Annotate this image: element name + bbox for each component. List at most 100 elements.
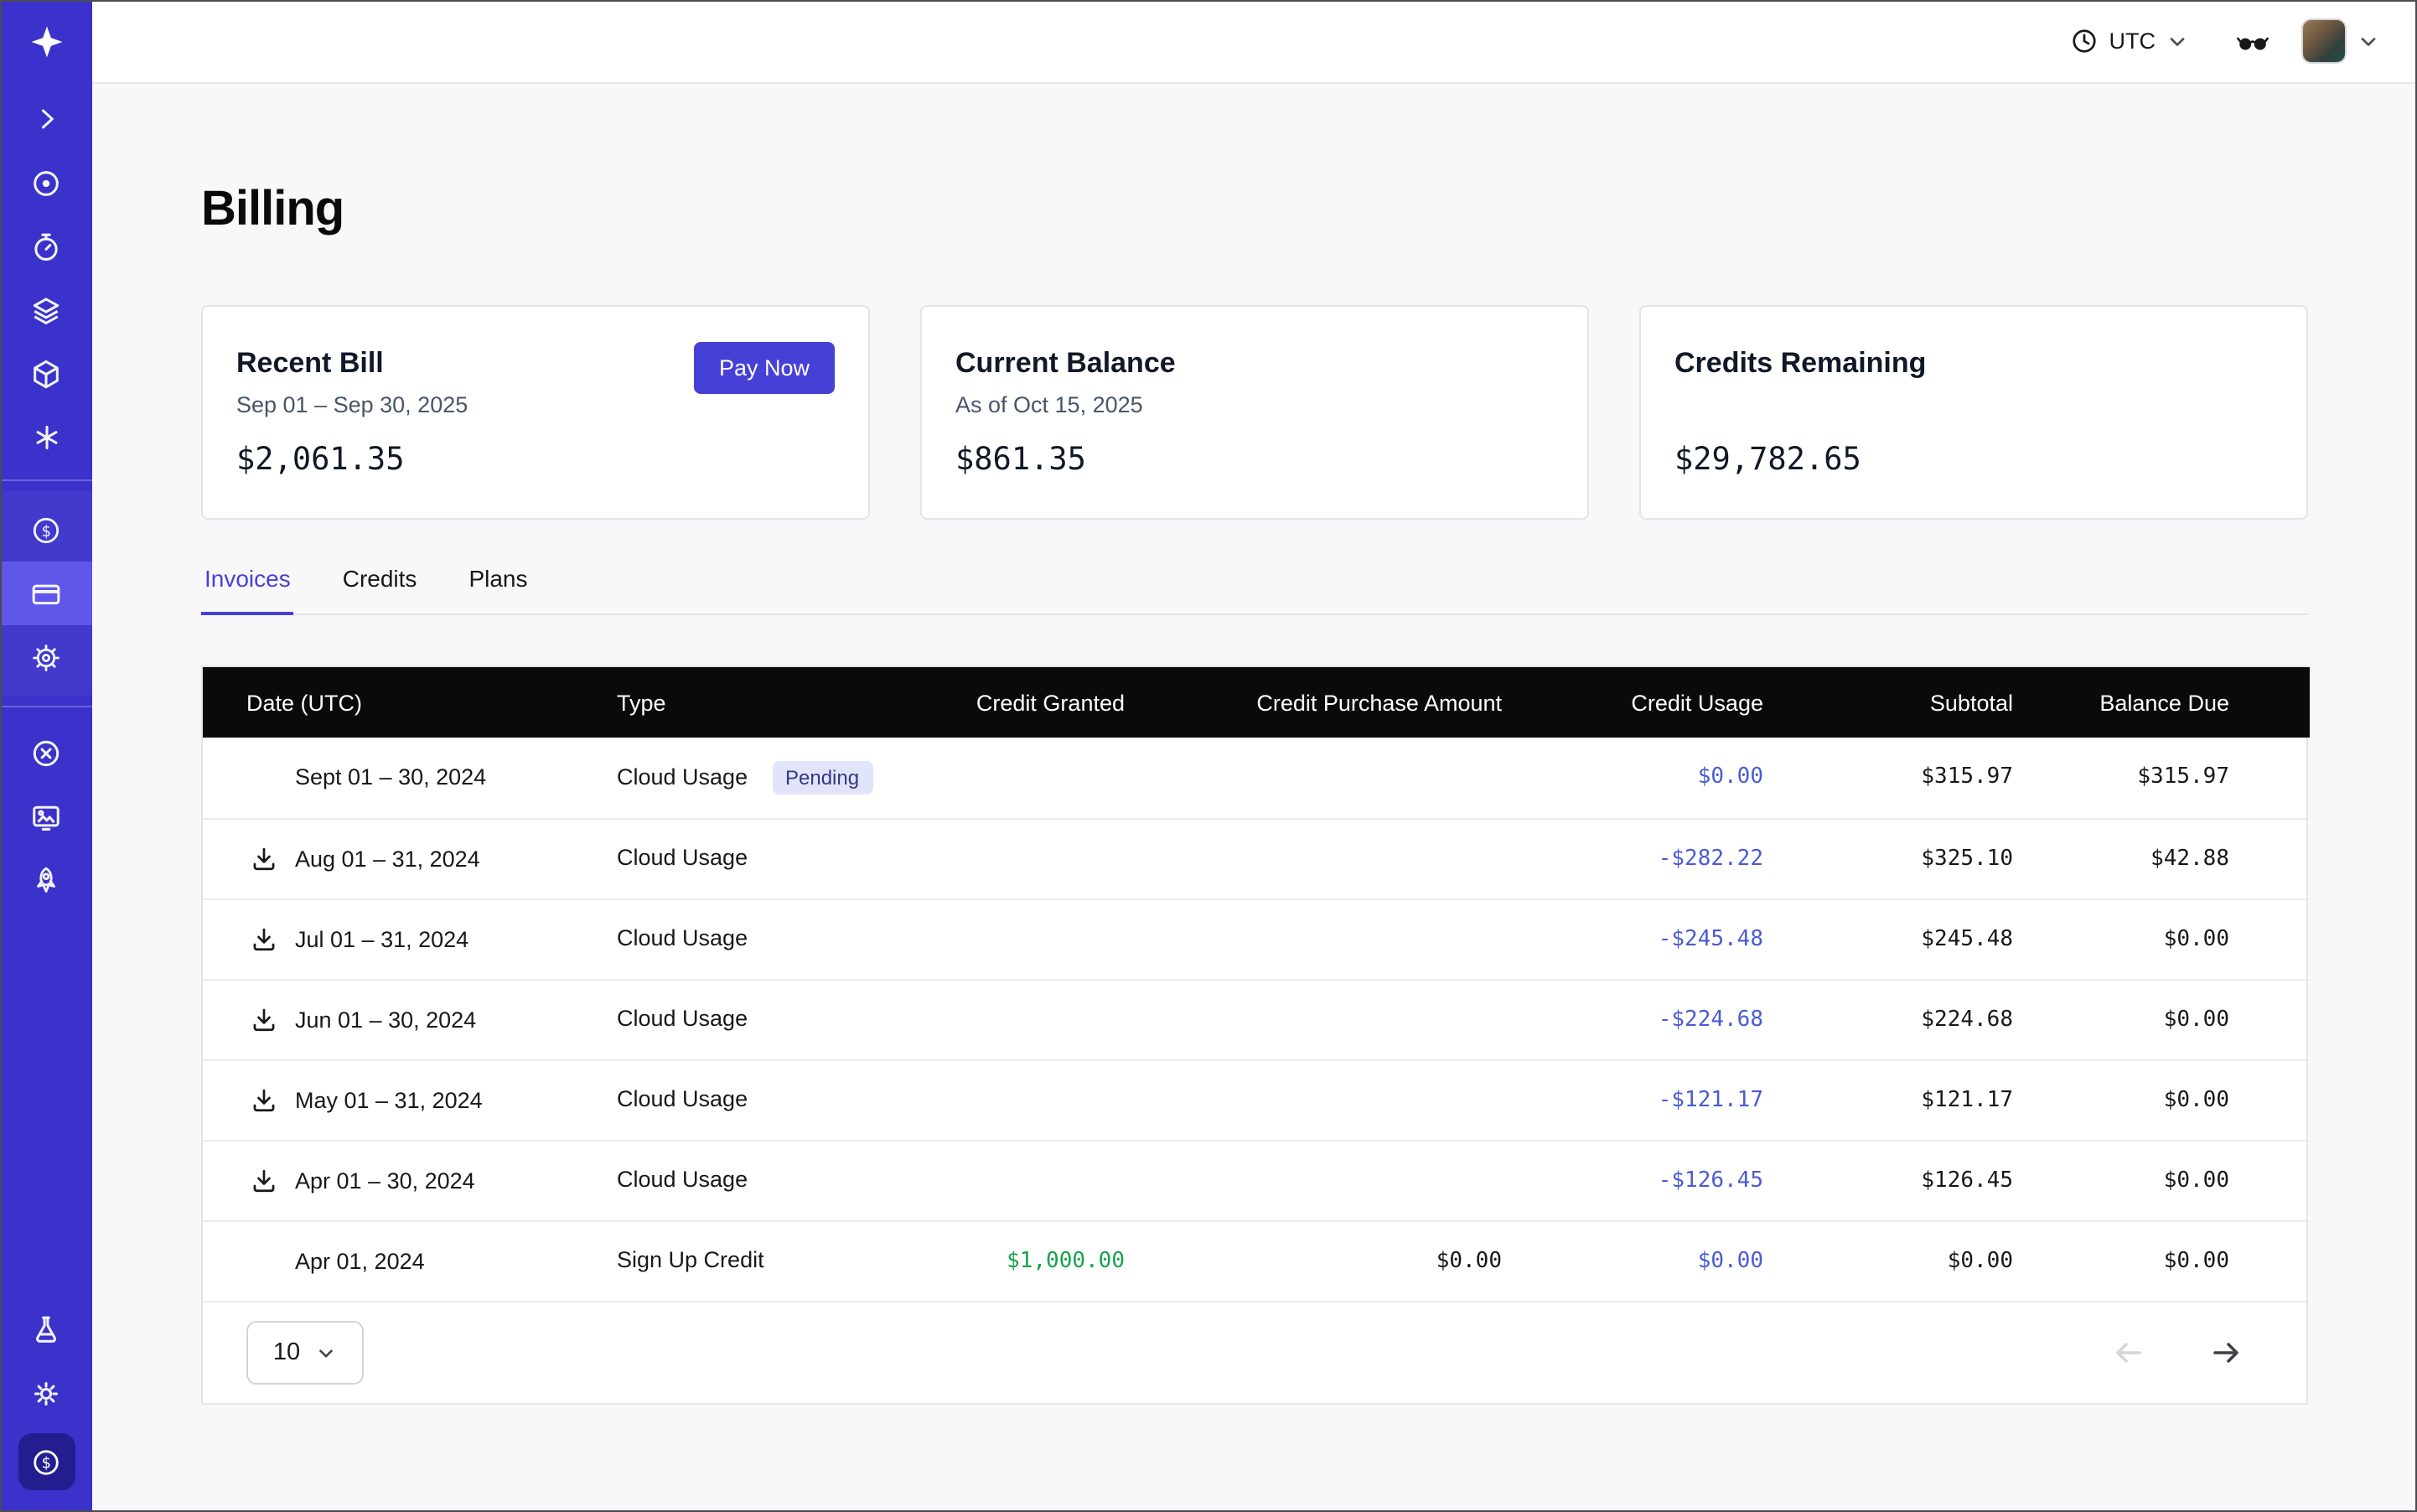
table-row: Jun 01 – 30, 2024 Cloud Usage -$224.68 $… [203,979,2310,1059]
invoice-type: Cloud Usage [617,845,748,870]
table-row: Jul 01 – 31, 2024 Cloud Usage -$245.48 $… [203,898,2310,979]
credit-usage-value: -$224.68 [1522,979,1783,1059]
table-row: May 01 – 31, 2024 Cloud Usage -$121.17 $… [203,1059,2310,1140]
chevron-down-icon [2357,29,2380,53]
chevron-down-icon [315,1342,337,1364]
sidebar-item-deployments[interactable] [0,848,92,912]
sidebar-item-cube[interactable] [0,342,92,406]
subtotal-value: $121.17 [1783,1059,2033,1140]
download-invoice-icon[interactable] [250,924,278,953]
sidebar-billing-group: $ [0,491,92,696]
page-title: Billing [201,179,2308,240]
invoice-type: Cloud Usage [617,925,748,950]
balance-due-value: $42.88 [2033,818,2310,898]
app-window: $ [0,0,2417,1512]
sidebar-item-credits[interactable]: $ [0,1425,92,1499]
column-header-credit-usage: Credit Usage [1522,667,1783,738]
credit-purchase-value [1145,1140,1522,1220]
sun-icon [30,1377,62,1409]
sidebar-item-cancel[interactable] [0,721,92,784]
prev-page-button[interactable] [2112,1336,2145,1370]
credits-tile: $ [18,1433,75,1490]
main-area: UTC Billing Recent Bill Sep 01 – Sep 30,… [92,0,2417,1512]
avatar [2301,18,2347,64]
download-invoice-icon[interactable] [250,844,278,873]
sidebar-item-usage[interactable]: $ [0,498,92,562]
reader-mode-toggle[interactable] [2234,23,2271,60]
credit-granted-value [919,1140,1145,1220]
column-header-subtotal: Subtotal [1783,667,2033,738]
credits-remaining-amount: $29,782.65 [1674,443,2273,478]
download-invoice-icon[interactable] [250,1166,278,1194]
column-header-type: Type [617,667,919,738]
sidebar-item-billing[interactable] [0,562,92,625]
balance-due-value: $0.00 [2033,1140,2310,1220]
sidebar-item-target[interactable] [0,151,92,215]
chevron-down-icon [2166,29,2189,53]
card-title: Current Balance [955,345,1554,382]
sidebar-item-settings[interactable] [0,625,92,689]
invoice-type: Cloud Usage [617,1086,748,1111]
dollar-icon: $ [30,1446,62,1478]
pay-now-button[interactable]: Pay Now [694,342,835,394]
column-header-date-utc: Date (UTC) [203,667,617,738]
sidebar-divider [0,706,92,707]
billing-period: Sep 01 – Sep 30, 2025 [236,391,835,421]
sidebar-item-layers[interactable] [0,278,92,342]
download-invoice-icon[interactable] [250,1085,278,1114]
invoice-type: Cloud Usage [617,1006,748,1031]
timezone-selector[interactable]: UTC [2071,27,2190,55]
subtotal-value: $0.00 [1783,1220,2033,1301]
x-circle-icon [30,737,62,769]
column-header-credit-purchase-amount: Credit Purchase Amount [1145,667,1522,738]
subtotal-value: $325.10 [1783,818,2033,898]
next-page-button[interactable] [2209,1336,2243,1370]
arrow-right-icon [2209,1336,2243,1370]
table-header-row: Date (UTC)TypeCredit GrantedCredit Purch… [203,667,2310,738]
sidebar-item-timer[interactable] [0,215,92,278]
cube-icon [30,358,62,390]
invoice-type: Cloud Usage [617,1167,748,1192]
target-icon [30,167,62,199]
sidebar-item-theme[interactable] [0,1361,92,1425]
recent-bill-amount: $2,061.35 [236,443,835,478]
timer-icon [30,230,62,262]
tab-invoices[interactable]: Invoices [201,565,294,614]
credit-usage-value: -$126.45 [1522,1140,1783,1220]
credits-remaining-card: Credits Remaining $29,782.65 [1639,305,2308,520]
credit-usage-value: -$121.17 [1522,1059,1783,1140]
credit-usage-value: -$282.22 [1522,818,1783,898]
app-logo[interactable] [0,0,92,84]
tab-credits[interactable]: Credits [339,565,421,614]
sidebar-item-expand[interactable] [0,87,92,151]
status-badge: Pending [772,761,872,795]
tab-plans[interactable]: Plans [465,565,530,614]
invoice-date: Aug 01 – 31, 2024 [295,846,480,871]
svg-text:$: $ [41,1452,50,1471]
rocket-icon [30,864,62,896]
credit-purchase-value [1145,979,1522,1059]
column-header-balance-due: Balance Due [2033,667,2310,738]
invoice-type: Sign Up Credit [617,1248,764,1273]
sidebar-divider [0,479,92,481]
invoice-table-body: Sept 01 – 30, 2024 Cloud Usage Pending $… [203,738,2310,1301]
asterisk-icon [31,422,61,453]
sidebar-item-asterisk[interactable] [0,406,92,469]
balance-as-of: As of Oct 15, 2025 [955,391,1554,421]
card-title: Credits Remaining [1674,345,2273,382]
sidebar-item-images[interactable] [0,784,92,848]
account-menu[interactable] [2301,18,2380,64]
credit-usage-value: $0.00 [1522,738,1783,818]
credit-purchase-value [1145,898,1522,979]
download-invoice-icon[interactable] [250,1005,278,1033]
sidebar-item-labs[interactable] [0,1297,92,1361]
dollar-circle-icon: $ [30,514,62,546]
credit-usage-value: $0.00 [1522,1220,1783,1301]
subtotal-value: $224.68 [1783,979,2033,1059]
page-size-select[interactable]: 10 [246,1321,364,1385]
topbar: UTC [92,0,2417,84]
subtotal-value: $245.48 [1783,898,2033,979]
invoices-panel: Date (UTC)TypeCredit GrantedCredit Purch… [201,665,2308,1405]
credit-granted-value [919,979,1145,1059]
balance-due-value: $0.00 [2033,1220,2310,1301]
